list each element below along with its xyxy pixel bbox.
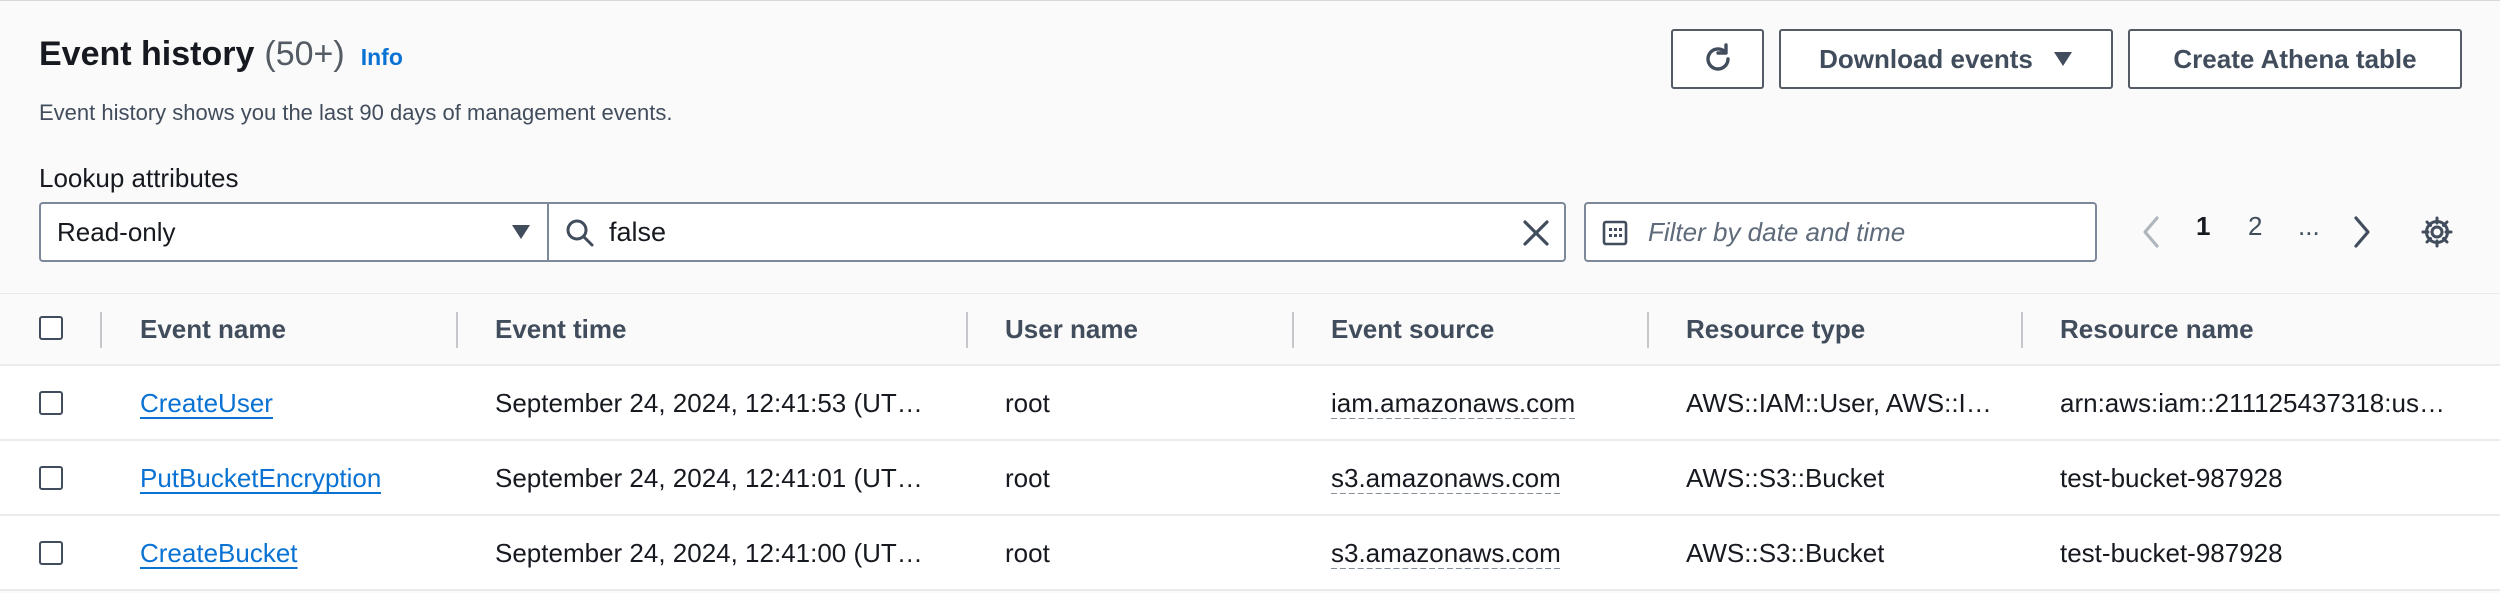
- table-row[interactable]: PutBucketEncryption September 24, 2024, …: [0, 441, 2500, 516]
- select-all-checkbox[interactable]: [39, 316, 63, 340]
- table-row[interactable]: CreateBucket September 24, 2024, 12:41:0…: [0, 516, 2500, 591]
- caret-down-icon: [512, 225, 530, 239]
- resource-type-cell: AWS::S3::Bucket: [1686, 463, 1885, 493]
- column-header-resource-type[interactable]: Resource type: [1686, 314, 1865, 345]
- event-name-link[interactable]: CreateUser: [140, 388, 273, 419]
- lookup-attributes-label: Lookup attributes: [39, 163, 239, 193]
- page-description: Event history shows you the last 90 days…: [39, 100, 673, 125]
- page-ellipsis: ...: [2298, 211, 2320, 241]
- resource-type-cell: AWS::IAM::User, AWS::I…: [1686, 388, 1992, 418]
- download-events-label: Download events: [1819, 43, 2033, 74]
- column-resizer[interactable]: [1647, 312, 1649, 348]
- event-time-cell: September 24, 2024, 12:41:01 (UT…: [495, 463, 923, 493]
- column-header-event-time[interactable]: Event time: [495, 314, 627, 345]
- resource-name-cell: test-bucket-987928: [2060, 463, 2283, 493]
- row-checkbox[interactable]: [39, 391, 63, 415]
- column-header-event-name[interactable]: Event name: [140, 314, 286, 345]
- calendar-icon: [1602, 220, 1628, 246]
- column-resizer[interactable]: [2021, 312, 2023, 348]
- page-header: Event history (50+) Info: [39, 35, 403, 74]
- download-events-button[interactable]: Download events: [1779, 29, 2113, 89]
- table-row[interactable]: CreateUser September 24, 2024, 12:41:53 …: [0, 366, 2500, 441]
- column-divider: [100, 312, 102, 348]
- date-filter-placeholder: Filter by date and time: [1648, 216, 1906, 247]
- row-checkbox[interactable]: [39, 541, 63, 565]
- event-name-link[interactable]: CreateBucket: [140, 538, 298, 569]
- refresh-button[interactable]: [1671, 29, 1764, 89]
- page-title: Event history: [39, 35, 255, 73]
- settings-gear-icon[interactable]: [2420, 215, 2454, 249]
- event-history-panel: Event history (50+) Info Event history s…: [0, 0, 2500, 593]
- resource-type-cell: AWS::S3::Bucket: [1686, 538, 1885, 568]
- user-name-cell: root: [1005, 463, 1050, 493]
- page-1-button[interactable]: 1: [2196, 211, 2210, 242]
- column-header-event-source[interactable]: Event source: [1331, 314, 1494, 345]
- lookup-value-input[interactable]: false: [547, 202, 1566, 262]
- lookup-attribute-select[interactable]: Read-only: [39, 202, 549, 262]
- info-link[interactable]: Info: [361, 44, 403, 71]
- table-header: Event name Event time User name Event so…: [0, 293, 2500, 366]
- create-athena-table-button[interactable]: Create Athena table: [2128, 29, 2462, 89]
- event-source-cell[interactable]: iam.amazonaws.com: [1331, 388, 1575, 419]
- event-count: (50+): [264, 35, 345, 73]
- column-header-resource-name[interactable]: Resource name: [2060, 314, 2254, 345]
- refresh-icon: [1705, 43, 1730, 71]
- column-header-user-name[interactable]: User name: [1005, 314, 1138, 345]
- previous-page-icon[interactable]: [2141, 215, 2161, 249]
- column-resizer[interactable]: [1292, 312, 1294, 348]
- caret-down-icon: [2053, 52, 2072, 66]
- date-time-filter[interactable]: Filter by date and time: [1584, 202, 2097, 262]
- row-checkbox[interactable]: [39, 466, 63, 490]
- page-2-button[interactable]: 2: [2248, 211, 2262, 242]
- user-name-cell: root: [1005, 538, 1050, 568]
- create-athena-table-label: Create Athena table: [2173, 43, 2417, 74]
- event-source-cell[interactable]: s3.amazonaws.com: [1331, 538, 1561, 569]
- event-time-cell: September 24, 2024, 12:41:53 (UT…: [495, 388, 923, 418]
- next-page-icon[interactable]: [2352, 215, 2372, 249]
- column-resizer[interactable]: [456, 312, 458, 348]
- event-source-cell[interactable]: s3.amazonaws.com: [1331, 463, 1561, 494]
- lookup-value-text: false: [609, 216, 667, 247]
- user-name-cell: root: [1005, 388, 1050, 418]
- event-time-cell: September 24, 2024, 12:41:00 (UT…: [495, 538, 923, 568]
- column-resizer[interactable]: [966, 312, 968, 348]
- event-name-link[interactable]: PutBucketEncryption: [140, 463, 381, 494]
- resource-name-cell: arn:aws:iam::211125437318:us…: [2060, 388, 2445, 418]
- clear-icon[interactable]: [1520, 217, 1552, 249]
- lookup-attribute-value: Read-only: [57, 216, 176, 247]
- search-icon: [566, 219, 594, 247]
- resource-name-cell: test-bucket-987928: [2060, 538, 2283, 568]
